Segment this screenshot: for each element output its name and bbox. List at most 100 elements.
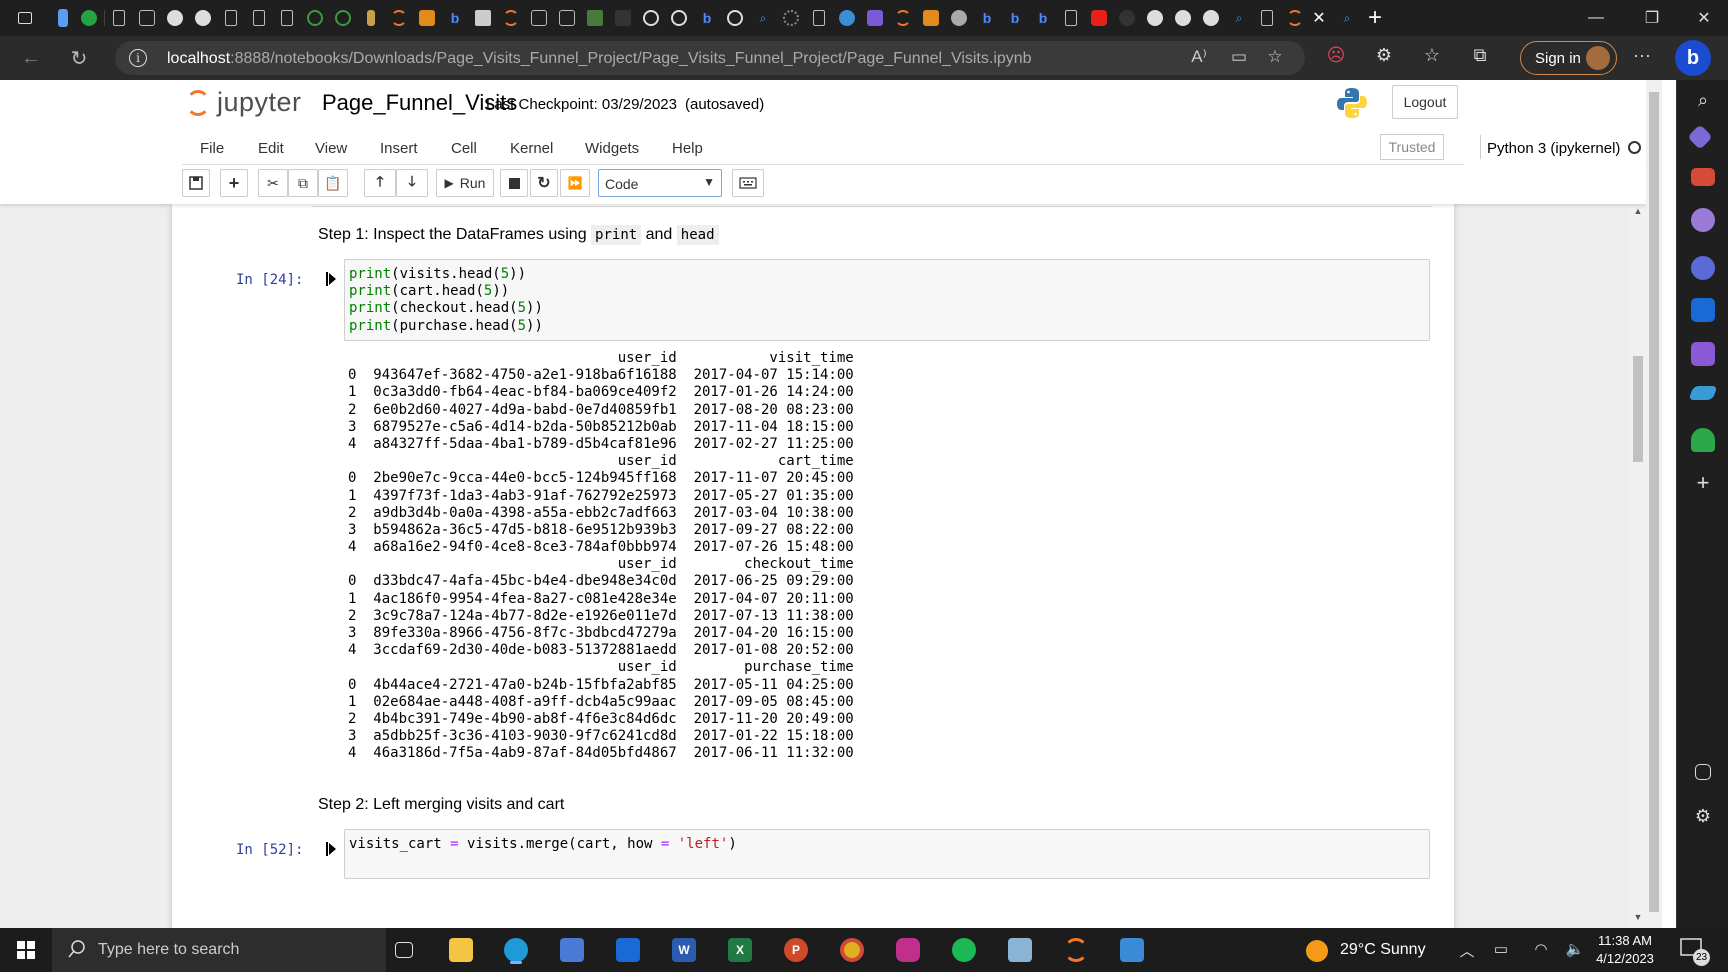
move-up-icon[interactable]: 🡑 — [364, 169, 396, 197]
trusted-indicator[interactable]: Trusted — [1380, 134, 1444, 160]
code-cell-input[interactable]: print(visits.head(5)) print(cart.head(5)… — [344, 259, 1430, 341]
close-window-icon[interactable]: ✕ — [1680, 0, 1728, 36]
read-aloud-icon[interactable]: A⁾ — [1187, 47, 1211, 69]
page-scrollbar[interactable] — [1646, 80, 1676, 928]
tab-close-icon[interactable]: ✕ — [1306, 4, 1332, 32]
tab-bing-5[interactable]: b — [1030, 4, 1056, 32]
microsoft-store-icon[interactable] — [556, 934, 588, 966]
tab-jupyter[interactable] — [386, 4, 412, 32]
restart-icon[interactable]: ↻ — [530, 169, 558, 197]
outlook-icon[interactable] — [1691, 298, 1715, 322]
site-info-icon[interactable]: i — [129, 49, 147, 67]
weather-sun-icon[interactable] — [1306, 940, 1328, 962]
tab-jupyter-3[interactable] — [890, 4, 916, 32]
insert-cell-icon[interactable]: + — [220, 169, 248, 197]
edge-browser-icon[interactable] — [500, 934, 532, 966]
menu-insert[interactable]: Insert — [380, 140, 418, 157]
tab-document-2[interactable] — [218, 4, 244, 32]
jupyter-app-icon[interactable] — [1060, 934, 1092, 966]
menu-edit[interactable]: Edit — [258, 140, 284, 157]
games-icon[interactable] — [1691, 208, 1715, 232]
bing-chat-icon[interactable]: b — [1675, 40, 1711, 76]
tray-chevron-icon[interactable]: ︿ — [1456, 940, 1478, 960]
file-explorer-icon[interactable] — [445, 934, 477, 966]
powerpoint-icon[interactable]: P — [780, 934, 812, 966]
tab-whatsapp[interactable] — [76, 4, 102, 32]
notification-icon[interactable]: 23 — [1680, 938, 1710, 966]
stop-icon[interactable] — [500, 169, 528, 197]
tab-green[interactable] — [302, 4, 328, 32]
sidebar-search-icon[interactable]: ⌕ — [1691, 90, 1715, 114]
tree-icon[interactable] — [1691, 428, 1715, 452]
tab-app-2[interactable] — [526, 4, 552, 32]
run-cell-icon[interactable] — [326, 842, 336, 856]
settings-gear-icon[interactable]: ⚙ — [1691, 806, 1715, 830]
keyboard-icon[interactable] — [732, 169, 764, 197]
markdown-cell-step1[interactable]: Step 1: Inspect the DataFrames using pri… — [318, 225, 719, 245]
notebook-scrollbar[interactable]: ▲ ▼ — [1630, 204, 1646, 928]
tab-bing-4[interactable]: b — [1002, 4, 1028, 32]
copilot-icon[interactable] — [1691, 256, 1715, 280]
tab-dark-2[interactable] — [1114, 4, 1140, 32]
workspaces-icon[interactable] — [12, 4, 38, 32]
chrome-icon[interactable] — [836, 934, 868, 966]
weather-text[interactable]: 29°C Sunny — [1340, 941, 1426, 959]
system-clock[interactable]: 11:38 AM 4/12/2023 — [1590, 932, 1660, 968]
page-scrollbar-thumb[interactable] — [1649, 92, 1659, 912]
cut-icon[interactable]: ✂ — [258, 169, 288, 197]
windows-start-icon[interactable] — [0, 928, 52, 972]
sign-in-button[interactable]: Sign in — [1520, 41, 1617, 75]
tab-dark[interactable] — [610, 4, 636, 32]
menu-cell[interactable]: Cell — [451, 140, 477, 157]
tab-blue[interactable] — [834, 4, 860, 32]
menu-file[interactable]: File — [200, 140, 224, 157]
task-view-icon[interactable] — [388, 934, 420, 966]
restore-icon[interactable]: ❐ — [1624, 0, 1680, 36]
tab-orange[interactable] — [414, 4, 440, 32]
more-options-icon[interactable]: ··· — [1628, 45, 1656, 71]
tab-bing-3[interactable]: b — [974, 4, 1000, 32]
tab-heart[interactable] — [862, 4, 888, 32]
tab-grey[interactable] — [946, 4, 972, 32]
extensions-puzzle-icon[interactable]: ⚙ — [1370, 45, 1398, 71]
tab-document-7[interactable] — [1254, 4, 1280, 32]
add-favorite-icon[interactable]: ☆ — [1263, 47, 1287, 69]
tab-google-4[interactable] — [1170, 4, 1196, 32]
tab-google[interactable] — [162, 4, 188, 32]
back-icon[interactable]: ← — [16, 44, 46, 72]
run-cell-icon[interactable] — [326, 272, 336, 286]
tab-github-3[interactable] — [722, 4, 748, 32]
shopping-icon[interactable] — [1687, 124, 1713, 150]
paste-icon[interactable]: 📋 — [318, 169, 348, 197]
tab-loading[interactable] — [778, 4, 804, 32]
move-down-icon[interactable]: 🡓 — [396, 169, 428, 197]
tab-google-3[interactable] — [1142, 4, 1168, 32]
taskbar-search[interactable]: Type here to search — [52, 928, 386, 972]
tab-active-indicator[interactable] — [50, 4, 76, 32]
kernel-name[interactable]: Python 3 (ipykernel) — [1487, 140, 1620, 157]
tab-app[interactable] — [134, 4, 160, 32]
tab-github-2[interactable] — [666, 4, 692, 32]
cell-type-select[interactable]: Code ▼ — [598, 169, 722, 197]
tab-pdf[interactable] — [470, 4, 496, 32]
tab-orange-2[interactable] — [918, 4, 944, 32]
instagram-icon[interactable] — [892, 934, 924, 966]
save-icon[interactable] — [182, 169, 210, 197]
tab-document-5[interactable] — [806, 4, 832, 32]
tab-bing[interactable]: b — [442, 4, 468, 32]
tab-google-5[interactable] — [1198, 4, 1224, 32]
designer-icon[interactable] — [1691, 342, 1715, 366]
tab-github[interactable] — [638, 4, 664, 32]
wifi-icon[interactable]: ◠ — [1530, 940, 1552, 960]
tab-bing-2[interactable]: b — [694, 4, 720, 32]
tab-document-6[interactable] — [1058, 4, 1084, 32]
photos-icon[interactable] — [1116, 934, 1148, 966]
extension-icon[interactable]: ☹ — [1322, 45, 1350, 71]
tab-document-4[interactable] — [274, 4, 300, 32]
notebook-scroll-area[interactable]: Step 1: Inspect the DataFrames using pri… — [0, 204, 1646, 928]
menu-help[interactable]: Help — [672, 140, 703, 157]
tab-google-2[interactable] — [190, 4, 216, 32]
tab-jupyter-2[interactable] — [498, 4, 524, 32]
url-field[interactable]: i localhost:8888/notebooks/Downloads/Pag… — [115, 41, 1305, 75]
jupyter-logo[interactable]: jupyter — [186, 87, 312, 121]
